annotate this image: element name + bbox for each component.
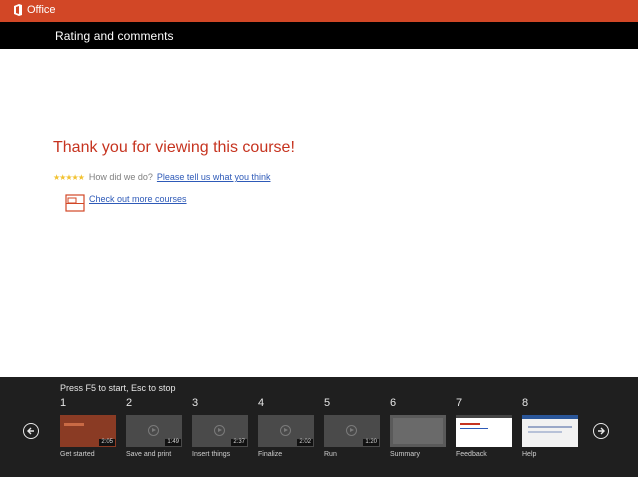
feedback-link[interactable]: Please tell us what you think: [157, 172, 271, 182]
slideshow-hint: Press F5 to start, Esc to stop: [60, 383, 176, 393]
courses-icon: [65, 194, 85, 217]
slide-duration: 1:49: [165, 439, 181, 446]
slide-preview: 2:05: [60, 415, 116, 447]
preview-link: [460, 428, 488, 429]
slide-thumbnail-8[interactable]: 8 Help: [522, 397, 580, 458]
slide-preview: 1:20: [324, 415, 380, 447]
preview-decoration: [64, 423, 84, 426]
slide-preview: [390, 415, 446, 447]
office-brand-text: Office: [27, 4, 56, 16]
slide-label: Save and print: [126, 451, 172, 458]
next-button[interactable]: [593, 423, 609, 439]
slide-thumbnail-4[interactable]: 4 2:02 Finalize: [258, 397, 316, 458]
slide-duration: 1:20: [363, 439, 379, 446]
slide-preview: 2:02: [258, 415, 314, 447]
previous-button[interactable]: [23, 423, 39, 439]
thank-you-heading: Thank you for viewing this course!: [53, 139, 295, 156]
slide-label: Insert things: [192, 451, 231, 458]
slide-duration: 2:02: [297, 439, 313, 446]
play-icon: [280, 425, 291, 436]
slide-preview: 1:49: [126, 415, 182, 447]
star-rating-icon: ★★★★★: [53, 172, 85, 182]
office-top-bar: Office: [0, 0, 638, 22]
preview-content: [528, 431, 562, 433]
arrow-left-icon: [27, 427, 34, 435]
slide-number: 6: [390, 397, 397, 409]
slide-duration: 2:37: [231, 439, 247, 446]
preview-header: [456, 415, 512, 418]
play-icon: [214, 425, 225, 436]
slide-thumbnail-1[interactable]: 1 2:05 Get started: [60, 397, 118, 458]
play-icon: [148, 425, 159, 436]
slide-label: Help: [522, 451, 537, 458]
page-title: Rating and comments: [55, 29, 174, 43]
slide-duration: 2:05: [99, 439, 115, 446]
arrow-right-icon: [598, 427, 605, 435]
slide-number: 7: [456, 397, 463, 409]
slide-label: Feedback: [456, 451, 487, 458]
slide-thumbnail-6[interactable]: 6 Summary: [390, 397, 448, 458]
preview-heading: [460, 423, 480, 425]
slide-number: 8: [522, 397, 529, 409]
play-icon: [346, 425, 357, 436]
rating-row: ★★★★★ How did we do? Please tell us what…: [53, 172, 270, 182]
slide-number: 4: [258, 397, 265, 409]
slide-number: 5: [324, 397, 331, 409]
slide-thumbnail-5[interactable]: 5 1:20 Run: [324, 397, 382, 458]
slide-preview: [522, 415, 578, 447]
office-logo-icon: [13, 4, 23, 16]
slide-preview: 2:37: [192, 415, 248, 447]
slide-thumbnail-3[interactable]: 3 2:37 Insert things: [192, 397, 250, 458]
title-bar: Rating and comments: [0, 22, 638, 49]
office-logo: Office: [13, 4, 56, 16]
preview-header: [522, 415, 578, 419]
preview-content: [393, 418, 443, 444]
slide-label: Summary: [390, 451, 420, 458]
slide-preview: [456, 415, 512, 447]
slide-thumbnail-2[interactable]: 2 1:49 Save and print: [126, 397, 184, 458]
slide-label: Run: [324, 451, 337, 458]
slide-number: 2: [126, 397, 133, 409]
slide-thumbnail-7[interactable]: 7 Feedback: [456, 397, 514, 458]
more-courses-row: Check out more courses: [65, 194, 187, 217]
more-courses-link[interactable]: Check out more courses: [89, 194, 187, 204]
slide-navigator: Press F5 to start, Esc to stop 1 2:05 Ge…: [0, 377, 638, 477]
slide-number: 3: [192, 397, 199, 409]
rating-question: How did we do?: [88, 172, 153, 182]
slide-label: Get started: [60, 451, 95, 458]
slide-label: Finalize: [258, 451, 283, 458]
slide-number: 1: [60, 397, 67, 409]
preview-content: [528, 426, 572, 428]
